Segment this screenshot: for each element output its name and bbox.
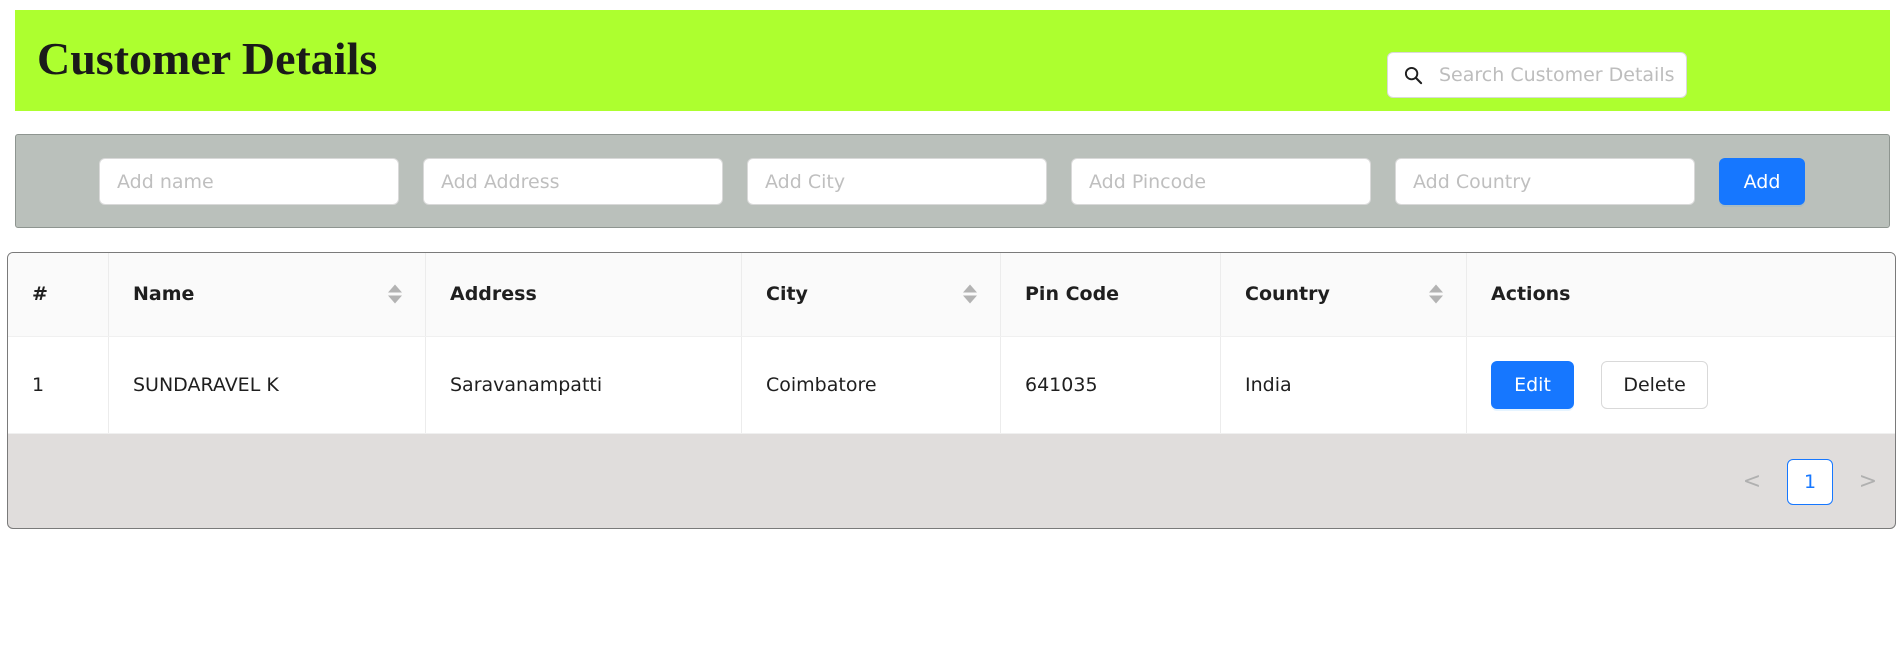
cell-country: India xyxy=(1221,336,1467,434)
page-header: Customer Details xyxy=(15,10,1890,111)
pagination: < 1 > xyxy=(1737,433,1895,528)
chevron-left-icon[interactable]: < xyxy=(1737,467,1767,497)
country-input[interactable] xyxy=(1395,158,1695,205)
search-input[interactable] xyxy=(1437,63,1681,87)
table-header-row: # Name Address City Pin Code Country Act… xyxy=(8,253,1895,337)
edit-button[interactable]: Edit xyxy=(1491,360,1574,409)
cell-city: Coimbatore xyxy=(742,336,1001,434)
column-header-name[interactable]: Name xyxy=(109,253,426,337)
city-input[interactable] xyxy=(747,158,1047,205)
add-button[interactable]: Add xyxy=(1719,158,1805,205)
cell-actions: Edit Delete xyxy=(1467,336,1895,434)
pincode-input[interactable] xyxy=(1071,158,1371,205)
address-input[interactable] xyxy=(423,158,723,205)
table-row: 1 SUNDARAVEL K Saravanampatti Coimbatore… xyxy=(8,336,1895,434)
column-header-address: Address xyxy=(426,253,742,337)
customer-table: # Name Address City Pin Code Country Act… xyxy=(7,252,1896,529)
cell-pincode: 641035 xyxy=(1001,336,1221,434)
chevron-right-icon[interactable]: > xyxy=(1853,467,1883,497)
column-header-city[interactable]: City xyxy=(742,253,1001,337)
cell-index: 1 xyxy=(8,336,109,434)
sort-icon[interactable] xyxy=(963,284,977,304)
column-header-country[interactable]: Country xyxy=(1221,253,1467,337)
page-number[interactable]: 1 xyxy=(1787,458,1833,505)
add-customer-form: Add xyxy=(15,134,1890,228)
sort-icon[interactable] xyxy=(1429,284,1443,304)
cell-address: Saravanampatti xyxy=(426,336,742,434)
column-header-pincode: Pin Code xyxy=(1001,253,1221,337)
page-title: Customer Details xyxy=(37,33,378,84)
column-header-actions: Actions xyxy=(1467,253,1895,337)
search-box[interactable] xyxy=(1387,52,1687,98)
name-input[interactable] xyxy=(99,158,399,205)
sort-icon[interactable] xyxy=(388,284,402,304)
search-icon xyxy=(1404,66,1423,84)
delete-button[interactable]: Delete xyxy=(1601,360,1709,409)
column-header-index: # xyxy=(8,253,109,337)
cell-name: SUNDARAVEL K xyxy=(109,336,426,434)
